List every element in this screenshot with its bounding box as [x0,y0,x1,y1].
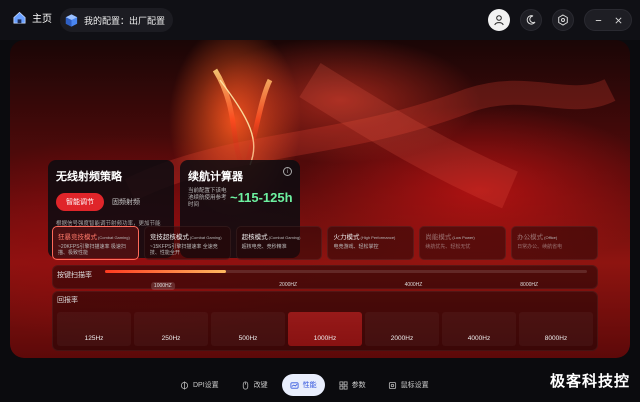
mode-subtitle: (Combat Gaming) [189,235,222,240]
battery-title: 续航计算器 [188,171,243,183]
home-nav[interactable]: 主页 [12,10,52,25]
theme-button[interactable] [520,9,542,31]
mode-subtitle: (Combat Gaming) [98,235,130,240]
nav-mouse-settings[interactable]: 鼠标设置 [380,374,437,396]
polling-option[interactable]: 125Hz [57,312,131,346]
scan-rate-slider[interactable]: 1000HZ 2000HZ 4000HZ 8000HZ [105,270,587,290]
smart-adjust-button[interactable]: 智能调节 [56,193,104,211]
nav-dpi[interactable]: DPI设置 [172,374,227,396]
moon-icon [526,15,536,25]
gear-icon [558,14,568,26]
polling-option[interactable]: 250Hz [134,312,208,346]
mode-card[interactable]: 办公模式(Office) 日常办公、续航省电 [511,226,598,260]
top-bar: 主页 我的配置：出厂配置 [0,0,640,40]
polling-option[interactable]: 1000Hz [288,312,362,346]
fixed-frequency-option[interactable]: 固频射频 [112,197,140,207]
mode-title: 竞技超核模式 [149,234,189,241]
mode-title: 办公模式 [517,234,544,241]
polling-rate-label: 回报率 [57,297,78,304]
performance-icon [290,381,299,389]
scan-rate-label: 按键扫描率 [57,272,92,279]
info-icon[interactable]: i [283,167,292,176]
nav-parameters[interactable]: 参数 [331,374,374,396]
grid-icon [339,380,348,390]
minimize-button[interactable] [589,11,607,29]
crosshair-icon [180,380,189,390]
performance-panel: 无线射频策略 智能调节 固频射频 根据信号强度智能调节射频功率，更加节能 续航计… [10,40,630,358]
mode-card[interactable]: 竞技超核模式(Combat Gaming) ~15KFPS引擎扫描速率 全速竞技… [143,226,231,260]
mode-title: 超核模式 [241,234,268,241]
wireless-title: 无线射频策略 [56,171,122,183]
nav-label: 参数 [351,382,366,389]
close-icon [614,16,622,24]
mode-description: ~20KFPS引擎扫描速率 极速扫描、极致性能 [58,244,126,256]
window-controls [584,9,632,31]
mode-selector: 狂暴竞技模式(Combat Gaming) ~20KFPS引擎扫描速率 极速扫描… [52,226,598,260]
config-label: 我的配置：出厂配置 [84,15,166,26]
mode-description: 续航优先、轻松无忧 [425,244,471,250]
topbar-actions [488,9,632,31]
polling-option[interactable]: 2000Hz [365,312,439,346]
nav-performance[interactable]: 性能 [281,374,325,396]
mode-card[interactable]: 狂暴竞技模式(Combat Gaming) ~20KFPS引擎扫描速率 极速扫描… [52,226,139,260]
polling-option[interactable]: 500Hz [211,312,285,346]
mode-subtitle: (Office) [544,235,558,240]
close-button[interactable] [609,11,627,29]
nav-label: 改键 [253,382,268,389]
nav-keymap[interactable]: 改键 [233,374,276,396]
mode-card[interactable]: 尚能模式(Low Power) 续航优先、轻松无忧 [419,226,507,260]
settings-icon [388,381,396,389]
mode-description: ~15KFPS引擎扫描速率 全速竞技、性能全开 [149,244,218,256]
home-icon [13,11,26,24]
mode-description: 超核电竞、竞秒精准 [241,244,287,250]
scan-tick[interactable]: 1000HZ [150,282,175,290]
mode-subtitle: (Combat Gaming) [268,235,301,240]
cube-icon [65,13,78,27]
bottom-nav: DPI设置 改键 性能 参数 鼠标设置 [172,374,472,396]
mode-title: 尚能模式 [425,234,452,241]
scan-rate-panel: 按键扫描率 1000HZ 2000HZ 4000HZ 8000HZ [52,265,598,290]
mode-description: 日常办公、续航省电 [517,244,563,250]
mode-description: 电竞游戏、轻松掌控 [333,244,379,250]
scan-rate-fill [105,270,226,273]
polling-option[interactable]: 8000Hz [519,312,593,346]
settings-button[interactable] [552,9,574,31]
battery-note: 当前配置下该电池续航使用参考时间 [188,188,227,208]
mode-subtitle: (High Performance) [360,235,396,240]
mode-card[interactable]: 火力模式(High Performance) 电竞游戏、轻松掌控 [327,226,415,260]
scan-tick[interactable]: 8000HZ [520,282,538,288]
minimize-icon [595,19,601,21]
polling-options: 125Hz 250Hz 500Hz 1000Hz 2000Hz 4000Hz 8… [57,310,593,346]
mouse-icon [242,380,248,390]
mode-subtitle: (Low Power) [452,235,475,240]
home-label: 主页 [32,14,52,25]
nav-label: 鼠标设置 [400,382,429,389]
config-selector[interactable]: 我的配置：出厂配置 [60,8,174,32]
mode-title: 火力模式 [333,234,360,241]
battery-range: ~115-125h [230,190,293,205]
user-icon [494,15,504,26]
mode-card[interactable]: 超核模式(Combat Gaming) 超核电竞、竞秒精准 [235,226,323,260]
mode-title: 狂暴竞技模式 [58,234,97,241]
nav-label: 性能 [302,382,317,389]
avatar-button[interactable] [488,9,510,31]
nav-label: DPI设置 [193,382,219,389]
polling-option[interactable]: 4000Hz [442,312,516,346]
scan-tick[interactable]: 4000HZ [405,282,423,288]
scan-tick[interactable]: 2000HZ [279,282,297,288]
watermark: 极客科技控 [549,373,630,390]
polling-rate-panel: 回报率 125Hz 250Hz 500Hz 1000Hz 2000Hz 4000… [52,291,598,351]
